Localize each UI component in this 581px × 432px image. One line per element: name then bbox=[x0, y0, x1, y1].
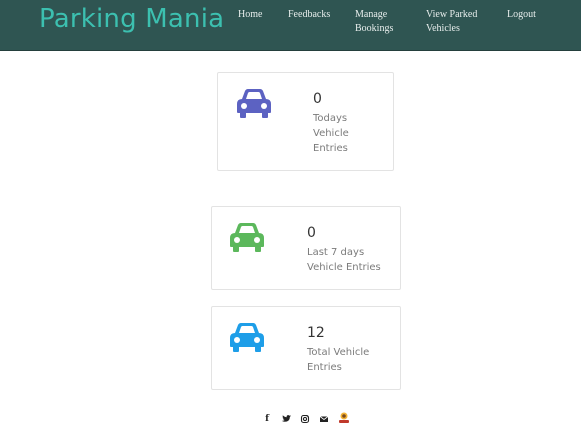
car-icon bbox=[230, 323, 264, 352]
stat-label-line: Vehicle Entries bbox=[307, 262, 381, 273]
stat-card-today: 0 Todays Vehicle Entries bbox=[217, 72, 394, 171]
instagram-icon[interactable] bbox=[298, 412, 312, 426]
stat-card-total: 12 Total Vehicle Entries bbox=[211, 306, 401, 390]
stat-label-line: Entries bbox=[307, 362, 342, 373]
car-icon bbox=[237, 89, 271, 118]
nav-manage-bookings[interactable]: Manage Bookings bbox=[355, 8, 393, 36]
stat-label: Total Vehicle Entries bbox=[307, 345, 369, 375]
stat-label-line: Last 7 days bbox=[307, 247, 365, 258]
stat-label: Last 7 days Vehicle Entries bbox=[307, 245, 381, 275]
stat-label-line: Entries bbox=[313, 143, 348, 154]
car-icon bbox=[230, 223, 264, 252]
stat-count: 0 bbox=[307, 225, 316, 241]
nav-view-parked-line2: Vehicles bbox=[426, 23, 460, 34]
stat-label: Todays Vehicle Entries bbox=[313, 111, 349, 156]
envelope-icon[interactable] bbox=[317, 412, 331, 426]
parking-logo[interactable] bbox=[337, 411, 351, 425]
facebook-icon[interactable]: f bbox=[260, 412, 274, 426]
stat-label-line: Todays bbox=[313, 113, 348, 124]
nav-logout[interactable]: Logout bbox=[507, 8, 536, 22]
nav-manage-bookings-line2: Bookings bbox=[355, 23, 394, 34]
navbar: Parking Mania Home Feedbacks Manage Book… bbox=[0, 0, 581, 51]
nav-view-parked-vehicles[interactable]: View Parked Vehicles bbox=[426, 8, 477, 36]
nav-view-parked-line1: View Parked bbox=[426, 9, 478, 20]
stat-card-last7: 0 Last 7 days Vehicle Entries bbox=[211, 206, 401, 290]
stat-count: 12 bbox=[307, 325, 325, 341]
stat-count: 0 bbox=[313, 91, 322, 107]
nav-feedbacks[interactable]: Feedbacks bbox=[288, 8, 330, 22]
brand-title[interactable]: Parking Mania bbox=[39, 4, 224, 34]
nav-home[interactable]: Home bbox=[238, 8, 262, 22]
nav-manage-bookings-line1: Manage bbox=[355, 9, 388, 20]
stat-label-line: Vehicle bbox=[313, 128, 349, 139]
twitter-icon[interactable] bbox=[279, 412, 293, 426]
stat-label-line: Total Vehicle bbox=[307, 347, 370, 358]
